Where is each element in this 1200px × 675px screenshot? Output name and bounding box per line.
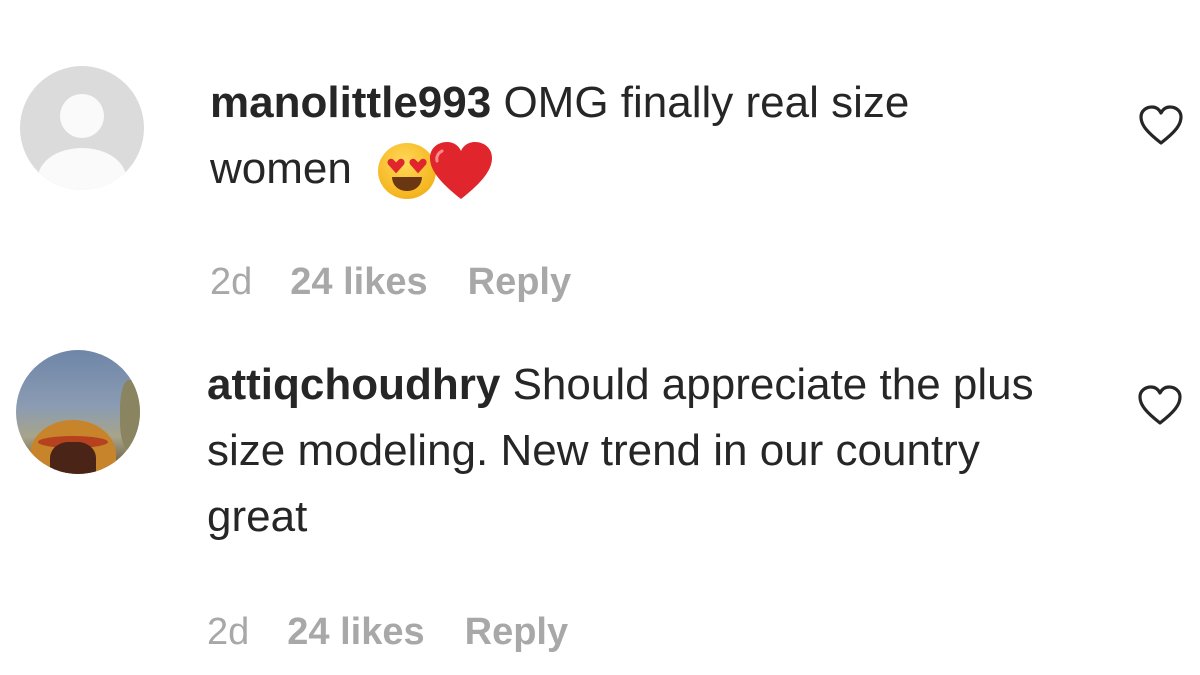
heart-outline-icon[interactable] bbox=[1136, 383, 1184, 427]
avatar[interactable] bbox=[20, 66, 144, 190]
comment-item: attiqchoudhry Should appreciate the plus… bbox=[0, 335, 1200, 675]
comment-username[interactable]: manolittle993 bbox=[210, 78, 491, 127]
comment-time: 2d bbox=[210, 261, 253, 303]
heart-eye-right-icon bbox=[409, 158, 427, 173]
reply-button[interactable]: Reply bbox=[465, 611, 568, 653]
avatar-photo-background bbox=[120, 380, 140, 450]
like-count[interactable]: 24 likes bbox=[290, 261, 427, 303]
avatar-shoulders-shape bbox=[38, 148, 126, 190]
reply-button[interactable]: Reply bbox=[468, 261, 571, 303]
avatar-head-shape bbox=[60, 94, 104, 138]
emoji-group bbox=[378, 141, 498, 201]
comment-time: 2d bbox=[207, 611, 250, 653]
like-count[interactable]: 24 likes bbox=[287, 611, 424, 653]
avatar-photo-face bbox=[50, 442, 96, 474]
avatar[interactable] bbox=[16, 350, 140, 474]
comment-meta: 2d 24 likes Reply bbox=[207, 611, 608, 654]
heart-outline-icon[interactable] bbox=[1137, 103, 1185, 147]
red-heart-emoji bbox=[430, 142, 493, 200]
emoji-mouth bbox=[392, 177, 423, 192]
comment-item: manolittle993 OMG finally real size wome… bbox=[0, 0, 1200, 335]
comment-username[interactable]: attiqchoudhry bbox=[207, 360, 500, 409]
comment-body: manolittle993 OMG finally real size wome… bbox=[210, 70, 1010, 202]
comment-body: attiqchoudhry Should appreciate the plus… bbox=[207, 352, 1067, 550]
heart-eye-left-icon bbox=[387, 158, 405, 173]
comment-meta: 2d 24 likes Reply bbox=[210, 261, 611, 304]
